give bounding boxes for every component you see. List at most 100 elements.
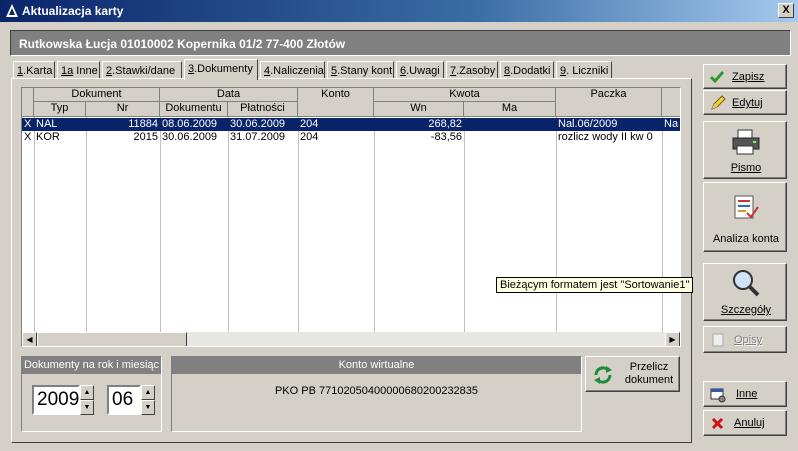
descriptions-label: Opisy: [734, 334, 763, 346]
analysis-icon: [734, 195, 759, 219]
month-down-button[interactable]: ▼: [141, 400, 155, 415]
cell-konto: 204: [300, 118, 319, 130]
details-label: Szczegóły: [720, 304, 772, 316]
virtual-account-number: PKO PB 77102050400000680200232835: [274, 385, 479, 397]
documents-grid[interactable]: Dokument Data Konto Kwota Paczka Typ Nr …: [21, 87, 681, 347]
year-spinner[interactable]: ▲ ▼: [80, 385, 94, 415]
person-header: Rutkowska Łucja 01010002 Kopernika 01/2 …: [10, 30, 791, 56]
grid-line: [34, 117, 35, 333]
year-up-button[interactable]: ▲: [80, 385, 94, 400]
recalculate-label-1: Przelicz: [629, 361, 669, 373]
year-month-filter: Dokumenty na rok i miesiąc 2009 ▲ ▼ 06 ▲…: [21, 356, 162, 432]
window-settings-icon: [710, 388, 726, 403]
format-tooltip: Bieżącym formatem jest "Sortowanie1": [496, 277, 694, 293]
printer-icon: [732, 129, 760, 155]
cell-nr: 2015: [133, 131, 158, 143]
header-dokument: Dokument: [34, 88, 160, 102]
edit-label: Edytuj: [732, 97, 763, 109]
header-wn[interactable]: Wn: [374, 102, 464, 117]
cell-wn: 268,82: [428, 118, 462, 130]
descriptions-button[interactable]: Opisy: [703, 326, 787, 353]
month-field[interactable]: 06: [107, 385, 141, 415]
row-mark[interactable]: X: [22, 118, 34, 131]
title-bar: Aktualizacja karty X: [0, 0, 798, 22]
header-nr[interactable]: Nr: [86, 102, 160, 117]
letter-button[interactable]: Pismo: [703, 121, 787, 179]
tab-inne[interactable]: 1a Inne: [57, 61, 100, 79]
cell-data-dokumentu: 30.06.2009: [162, 131, 218, 143]
cell-ma: [464, 118, 556, 131]
tab-zasoby[interactable]: 7.Zasoby: [446, 61, 498, 79]
recalculate-document-button[interactable]: Przelicz dokument: [585, 356, 680, 392]
tab-dokumenty[interactable]: 3.Dokumenty: [184, 59, 258, 80]
recalculate-icon: [594, 366, 612, 384]
pencil-icon: [711, 95, 726, 110]
other-label: Inne: [736, 388, 758, 400]
grid-line: [160, 117, 161, 333]
cell-data-dokumentu: 08.06.2009: [162, 118, 218, 130]
scroll-left-button[interactable]: ◀: [22, 332, 37, 346]
header-data: Data: [160, 88, 298, 102]
account-analysis-label: Analiza konta: [712, 233, 780, 245]
month-spinner[interactable]: ▲ ▼: [141, 385, 155, 415]
year-down-button[interactable]: ▼: [80, 400, 94, 415]
table-row[interactable]: X NAL 11884 08.06.2009 30.06.2009 204 26…: [22, 118, 680, 131]
cancel-label: Anuluj: [734, 417, 765, 429]
cell-nr: 11884: [128, 118, 158, 130]
save-label: Zapisz: [732, 71, 765, 83]
cancel-button[interactable]: Anuluj: [703, 410, 787, 436]
scroll-thumb[interactable]: [37, 332, 187, 346]
scroll-right-button[interactable]: ▶: [665, 332, 680, 346]
cell-data-platnosci: 30.06.2009: [230, 118, 286, 130]
grid-line: [86, 117, 87, 333]
cell-paczka: rozlicz wody II kw 0: [558, 131, 653, 143]
tab-uwagi[interactable]: 6.Uwagi: [396, 61, 444, 79]
grid-line: [228, 117, 229, 333]
cell-ma: [464, 131, 556, 144]
other-button[interactable]: Inne: [703, 381, 787, 407]
header-data-platnosci[interactable]: Płatności: [228, 102, 298, 117]
cell-extra: [662, 131, 680, 144]
tab-karta[interactable]: 1.Karta: [13, 61, 55, 79]
window-title: Aktualizacja karty: [22, 4, 124, 18]
header-konto[interactable]: Konto: [298, 88, 374, 117]
header-data-dokumentu[interactable]: Dokumentu: [160, 102, 228, 117]
tab-dodatki[interactable]: 8.Dodatki: [500, 61, 554, 79]
grid-corner-header: [22, 88, 34, 117]
letter-label: Pismo: [730, 162, 762, 174]
tab-stawki-dane[interactable]: 2.Stawki/dane: [102, 61, 182, 79]
row-mark[interactable]: X: [22, 131, 34, 144]
edit-button[interactable]: Edytuj: [703, 90, 787, 115]
tab-stany-kont[interactable]: 5.Stany kont: [327, 61, 394, 79]
account-analysis-button[interactable]: Analiza konta: [703, 182, 787, 252]
tab-naliczenia[interactable]: 4.Naliczenia: [260, 61, 325, 79]
month-up-button[interactable]: ▲: [141, 385, 155, 400]
virtual-account-label: Konto wirtualne: [172, 357, 581, 374]
virtual-account-panel: Konto wirtualne PKO PB 77102050400000680…: [171, 356, 582, 432]
app-icon: [6, 4, 18, 17]
cell-extra: Na: [664, 118, 679, 130]
header-typ[interactable]: Typ: [34, 102, 86, 117]
cell-wn: -83,56: [430, 131, 462, 143]
details-button[interactable]: Szczegóły: [703, 263, 787, 321]
cell-typ: KOR: [36, 131, 60, 143]
horizontal-scrollbar[interactable]: ◀ ▶: [22, 332, 680, 346]
year-field[interactable]: 2009: [32, 385, 80, 415]
magnifier-icon: [733, 270, 760, 297]
grid-line: [662, 117, 663, 333]
header-paczka[interactable]: Paczka: [556, 88, 662, 117]
header-ma[interactable]: Ma: [464, 102, 556, 117]
checkmark-icon: [710, 71, 724, 84]
filter-label: Dokumenty na rok i miesiąc: [22, 357, 161, 374]
tab-liczniki[interactable]: 9. Liczniki: [556, 61, 612, 79]
cross-icon: [711, 417, 724, 430]
cell-paczka: Nal.06/2009: [558, 118, 618, 130]
header-extra: [662, 88, 680, 117]
grid-line: [298, 117, 299, 333]
window-close-button[interactable]: X: [778, 3, 794, 18]
table-row[interactable]: X KOR 2015 30.06.2009 31.07.2009 204 -83…: [22, 131, 680, 144]
save-button[interactable]: Zapisz: [703, 64, 787, 89]
grid-line: [374, 117, 375, 333]
cell-typ: NAL: [36, 118, 58, 130]
grid-line: [556, 117, 557, 333]
